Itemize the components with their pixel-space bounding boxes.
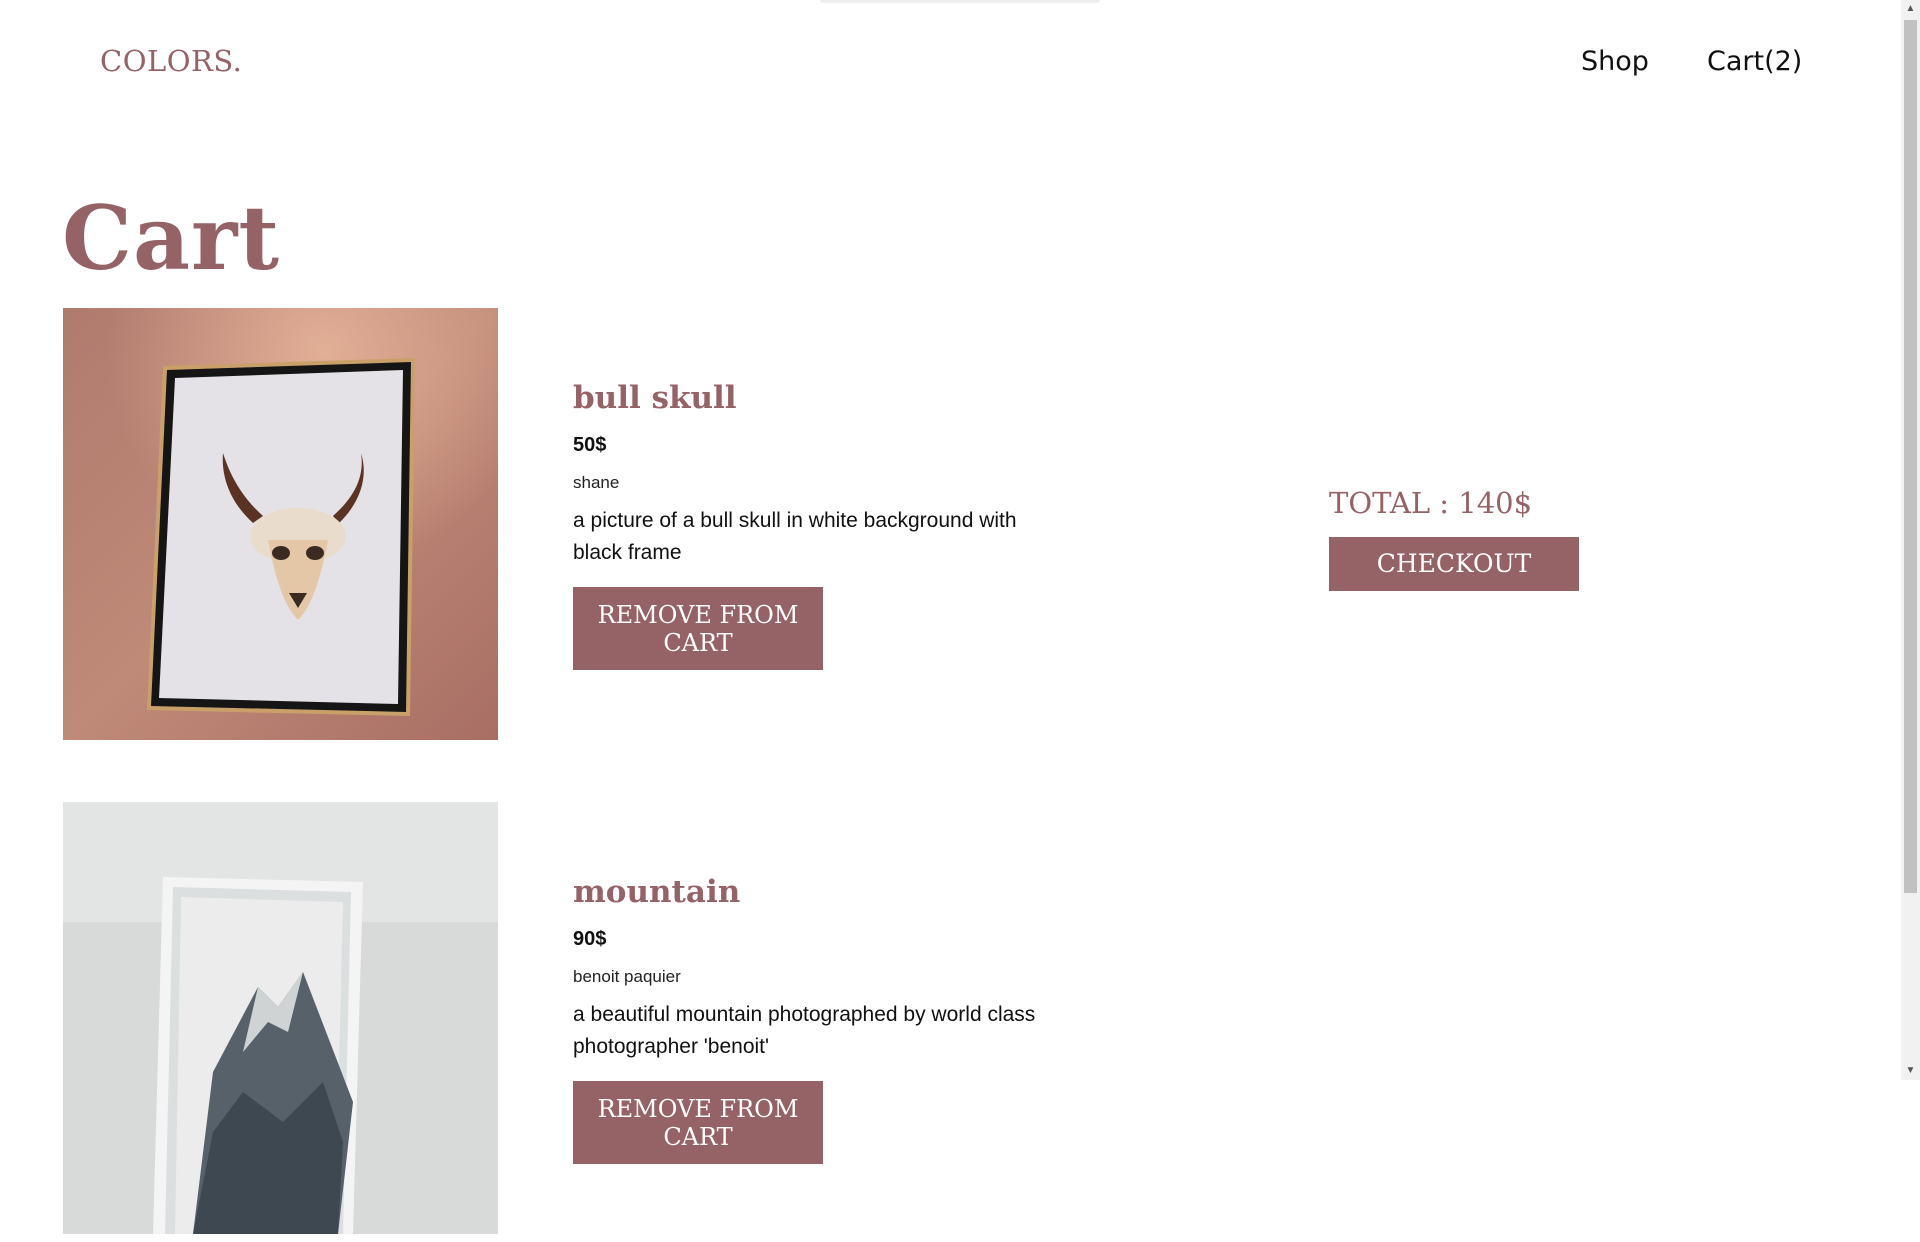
item-price: 50$ <box>573 434 607 456</box>
cart-total: TOTAL : 140$ <box>1329 486 1533 520</box>
nav-shop-link[interactable]: Shop <box>1581 46 1649 77</box>
cart-item: mountain 90$ benoit paquier a beautiful … <box>63 802 1163 1242</box>
brand-logo[interactable]: COLORS. <box>100 44 242 78</box>
product-image-bull-skull <box>63 308 498 740</box>
cart-item: bull skull 50$ shane a picture of a bull… <box>63 308 1163 748</box>
item-artist: shane <box>573 473 620 492</box>
scrollbar-thumb[interactable] <box>1904 20 1917 893</box>
scroll-up-arrow-icon[interactable]: ▲ <box>1901 0 1920 18</box>
checkout-button[interactable]: CHECKOUT <box>1329 537 1579 591</box>
product-image-mountain <box>63 802 498 1234</box>
item-name: bull skull <box>573 380 737 416</box>
top-edge-highlight <box>820 0 1100 3</box>
item-description: a beautiful mountain photographed by wor… <box>573 1003 1036 1058</box>
remove-from-cart-button[interactable]: REMOVE FROM CART <box>573 587 823 670</box>
item-name: mountain <box>573 874 741 910</box>
item-artist: benoit paquier <box>573 967 681 986</box>
item-price: 90$ <box>573 928 607 950</box>
item-description: a picture of a bull skull in white backg… <box>573 509 1017 564</box>
page-title: Cart <box>62 185 281 290</box>
scroll-down-arrow-icon[interactable]: ▼ <box>1901 1062 1920 1080</box>
remove-from-cart-button[interactable]: REMOVE FROM CART <box>573 1081 823 1164</box>
nav-cart-link[interactable]: Cart(2) <box>1707 46 1802 77</box>
vertical-scrollbar[interactable]: ▲ ▼ <box>1901 0 1920 1080</box>
